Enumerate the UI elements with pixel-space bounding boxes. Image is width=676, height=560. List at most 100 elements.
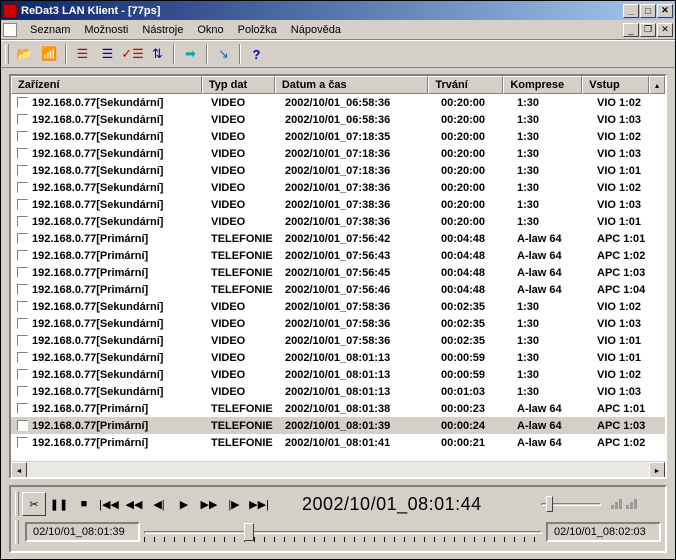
- volume-slider[interactable]: [541, 496, 601, 512]
- rewind-button[interactable]: ◀◀: [122, 492, 146, 516]
- row-checkbox[interactable]: [17, 182, 28, 193]
- list-red-icon[interactable]: ☰: [71, 43, 94, 65]
- row-checkbox[interactable]: [17, 97, 28, 108]
- table-row[interactable]: 192.168.0.77[Sekundární]VIDEO2002/10/01_…: [11, 196, 665, 213]
- row-checkbox[interactable]: [17, 114, 28, 125]
- row-checkbox[interactable]: [17, 386, 28, 397]
- row-checkbox[interactable]: [17, 318, 28, 329]
- list-check-icon[interactable]: ✓☰: [121, 43, 144, 65]
- scroll-right-button[interactable]: [649, 462, 665, 478]
- table-row[interactable]: 192.168.0.77[Sekundární]VIDEO2002/10/01_…: [11, 366, 665, 383]
- cell-duration: 00:20:00: [435, 164, 511, 178]
- row-checkbox[interactable]: [17, 369, 28, 380]
- row-checkbox[interactable]: [17, 352, 28, 363]
- table-row[interactable]: 192.168.0.77[Primární]TELEFONIE2002/10/0…: [11, 247, 665, 264]
- row-checkbox[interactable]: [17, 284, 28, 295]
- row-checkbox[interactable]: [17, 267, 28, 278]
- player-handle[interactable]: [15, 492, 19, 516]
- menu-položka[interactable]: Položka: [231, 22, 284, 38]
- pause-button[interactable]: ❚❚: [47, 492, 71, 516]
- table-row[interactable]: 192.168.0.77[Sekundární]VIDEO2002/10/01_…: [11, 145, 665, 162]
- row-checkbox[interactable]: [17, 250, 28, 261]
- table-row[interactable]: 192.168.0.77[Primární]TELEFONIE2002/10/0…: [11, 434, 665, 451]
- seek-slider[interactable]: [144, 522, 542, 542]
- volume-thumb[interactable]: [546, 496, 553, 512]
- table-row[interactable]: 192.168.0.77[Primární]TELEFONIE2002/10/0…: [11, 281, 665, 298]
- prev-track-button[interactable]: |◀◀: [97, 492, 121, 516]
- table-row[interactable]: 192.168.0.77[Sekundární]VIDEO2002/10/01_…: [11, 213, 665, 230]
- col-compression[interactable]: Komprese: [503, 76, 582, 94]
- doc-icon[interactable]: [3, 23, 17, 37]
- step-forward-button[interactable]: |▶: [222, 492, 246, 516]
- row-checkbox[interactable]: [17, 420, 28, 431]
- menu-nápověda[interactable]: Nápověda: [284, 22, 348, 38]
- row-checkbox[interactable]: [17, 301, 28, 312]
- col-type[interactable]: Typ dat: [202, 76, 275, 94]
- help-icon[interactable]: ?: [245, 43, 268, 65]
- menu-možnosti[interactable]: Možnosti: [77, 22, 135, 38]
- table-row[interactable]: 192.168.0.77[Sekundární]VIDEO2002/10/01_…: [11, 315, 665, 332]
- row-checkbox[interactable]: [17, 148, 28, 159]
- stop-button[interactable]: ■: [72, 492, 96, 516]
- mdi-close-button[interactable]: ✕: [657, 23, 673, 37]
- menu-okno[interactable]: Okno: [190, 22, 230, 38]
- close-button[interactable]: ✕: [657, 4, 673, 18]
- col-input[interactable]: Vstup: [582, 76, 649, 94]
- next-track-button[interactable]: ▶▶|: [247, 492, 271, 516]
- play-button[interactable]: ▶: [172, 492, 196, 516]
- table-row[interactable]: 192.168.0.77[Sekundární]VIDEO2002/10/01_…: [11, 111, 665, 128]
- arrow-right-icon[interactable]: ➡: [179, 43, 202, 65]
- minimize-button[interactable]: _: [623, 4, 639, 18]
- list-sort-icon[interactable]: ⇅: [146, 43, 169, 65]
- table-row[interactable]: 192.168.0.77[Sekundární]VIDEO2002/10/01_…: [11, 349, 665, 366]
- connect-icon[interactable]: 📶: [38, 43, 61, 65]
- table-row[interactable]: 192.168.0.77[Sekundární]VIDEO2002/10/01_…: [11, 179, 665, 196]
- scroll-up-button[interactable]: [649, 76, 665, 94]
- list-blue-icon[interactable]: ☰: [96, 43, 119, 65]
- col-duration[interactable]: Trvání: [428, 76, 503, 94]
- cell-duration: 00:00:24: [435, 419, 511, 433]
- tool-button[interactable]: ✂: [22, 492, 46, 516]
- row-checkbox[interactable]: [17, 335, 28, 346]
- cell-compression: 1:30: [511, 147, 591, 161]
- titlebar[interactable]: ReDat3 LAN Klient - [77ps] _ □ ✕: [1, 1, 675, 20]
- seek-thumb[interactable]: [244, 523, 254, 541]
- menu-nástroje[interactable]: Nástroje: [135, 22, 190, 38]
- cell-input: APC 1:01: [591, 232, 659, 246]
- table-row[interactable]: 192.168.0.77[Primární]TELEFONIE2002/10/0…: [11, 230, 665, 247]
- horizontal-scrollbar[interactable]: [11, 461, 665, 477]
- mdi-restore-button[interactable]: ❐: [640, 23, 656, 37]
- row-checkbox[interactable]: [17, 165, 28, 176]
- table-row[interactable]: 192.168.0.77[Sekundární]VIDEO2002/10/01_…: [11, 94, 665, 111]
- seek-handle[interactable]: [15, 520, 19, 544]
- mdi-minimize-button[interactable]: _: [623, 23, 639, 37]
- row-checkbox[interactable]: [17, 437, 28, 448]
- maximize-button[interactable]: □: [640, 4, 656, 18]
- step-back-button[interactable]: ◀|: [147, 492, 171, 516]
- fast-forward-button[interactable]: ▶▶: [197, 492, 221, 516]
- menu-seznam[interactable]: Seznam: [23, 22, 77, 38]
- col-device[interactable]: Zařízení: [11, 76, 202, 94]
- scroll-track[interactable]: [27, 462, 649, 477]
- toolbar-handle[interactable]: [5, 44, 9, 64]
- key-icon[interactable]: ↘: [212, 43, 235, 65]
- row-checkbox[interactable]: [17, 131, 28, 142]
- table-row[interactable]: 192.168.0.77[Sekundární]VIDEO2002/10/01_…: [11, 128, 665, 145]
- cell-device: 192.168.0.77[Primární]: [32, 250, 148, 262]
- table-row[interactable]: 192.168.0.77[Sekundární]VIDEO2002/10/01_…: [11, 332, 665, 349]
- row-checkbox[interactable]: [17, 216, 28, 227]
- table-row[interactable]: 192.168.0.77[Sekundární]VIDEO2002/10/01_…: [11, 383, 665, 400]
- row-checkbox[interactable]: [17, 199, 28, 210]
- row-checkbox[interactable]: [17, 403, 28, 414]
- col-datetime[interactable]: Datum a čas: [275, 76, 429, 94]
- table-row[interactable]: 192.168.0.77[Sekundární]VIDEO2002/10/01_…: [11, 298, 665, 315]
- table-row[interactable]: 192.168.0.77[Sekundární]VIDEO2002/10/01_…: [11, 162, 665, 179]
- menubar: SeznamMožnostiNástrojeOknoPoložkaNápověd…: [1, 20, 675, 40]
- open-icon[interactable]: 📂: [13, 43, 36, 65]
- table-row[interactable]: 192.168.0.77[Primární]TELEFONIE2002/10/0…: [11, 400, 665, 417]
- row-checkbox[interactable]: [17, 233, 28, 244]
- table-body[interactable]: 192.168.0.77[Sekundární]VIDEO2002/10/01_…: [11, 94, 665, 461]
- scroll-left-button[interactable]: [11, 462, 27, 478]
- table-row[interactable]: 192.168.0.77[Primární]TELEFONIE2002/10/0…: [11, 264, 665, 281]
- table-row[interactable]: 192.168.0.77[Primární]TELEFONIE2002/10/0…: [11, 417, 665, 434]
